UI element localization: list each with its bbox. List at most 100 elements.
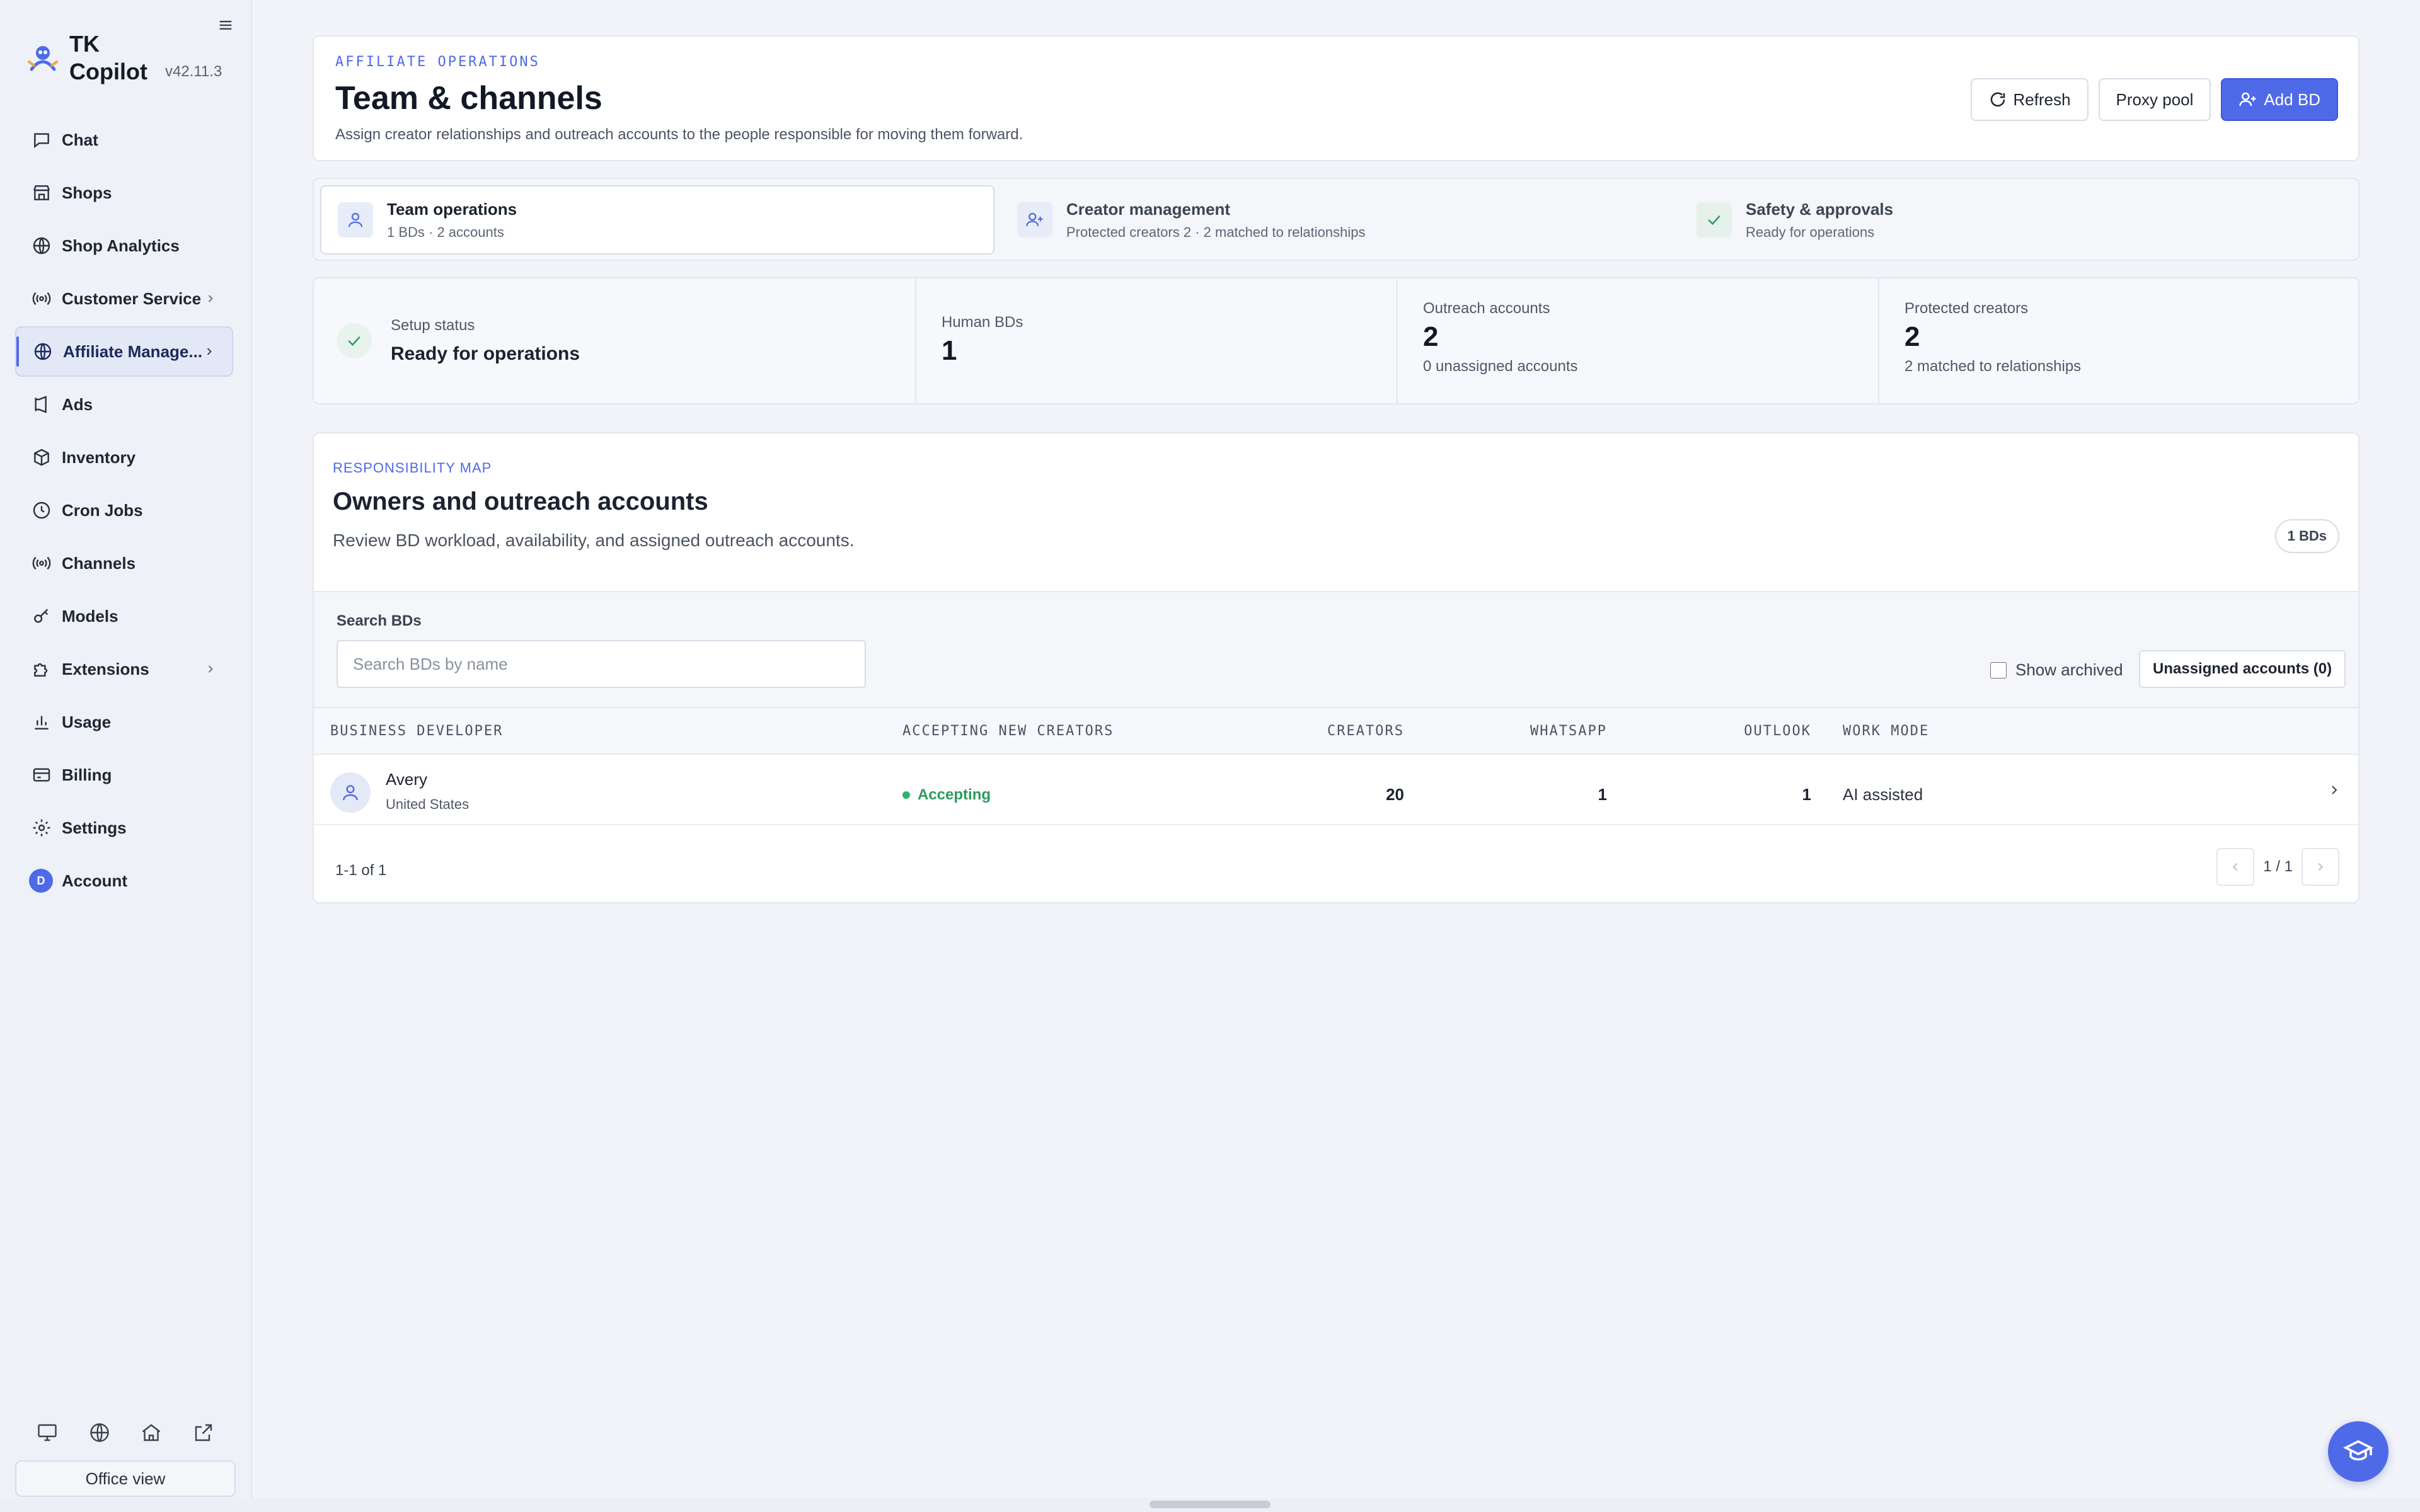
sidebar-nav: Chat Shops Shop Analytics Customer Servi… [15, 115, 233, 908]
filter-bar: Search BDs Show archived Unassigned acco… [314, 591, 2358, 708]
globe-icon[interactable] [88, 1421, 111, 1444]
status-dot [902, 791, 910, 799]
stat-label: Human BDs [942, 314, 1023, 331]
bd-country: United States [386, 796, 470, 812]
tab-safety-approvals[interactable]: Safety & approvals Ready for operations [1680, 185, 2354, 255]
sidebar-item-shops[interactable]: Shops [15, 168, 233, 218]
sidebar-item-ads[interactable]: Ads [15, 379, 233, 430]
column-header-work-mode[interactable]: WORK MODE [1843, 723, 1929, 739]
sidebar-item-shop-analytics[interactable]: Shop Analytics [15, 220, 233, 271]
search-label: Search BDs [337, 612, 422, 629]
proxy-pool-button[interactable]: Proxy pool [2098, 78, 2211, 121]
show-archived-toggle[interactable]: Show archived [1990, 660, 2123, 680]
sidebar-item-label: Affiliate Manage... [63, 341, 203, 361]
sidebar-item-label: Models [62, 606, 118, 626]
sidebar-item-usage[interactable]: Usage [15, 697, 233, 747]
show-archived-checkbox[interactable] [1990, 662, 2007, 679]
sidebar: TK Copilot v42.11.3 Chat Shops Shop Anal… [0, 0, 252, 1512]
user-plus-icon [1026, 212, 1043, 227]
add-bd-label: Add BD [2264, 89, 2320, 109]
sidebar-item-channels[interactable]: Channels [15, 538, 233, 588]
menu-icon[interactable] [217, 16, 234, 34]
tab-creator-management[interactable]: Creator management Protected creators 2 … [1001, 185, 1675, 255]
sidebar-item-extensions[interactable]: Extensions [15, 644, 233, 694]
page-indicator: 1 / 1 [2263, 858, 2293, 875]
search-input[interactable] [337, 640, 866, 688]
sidebar-item-label: Extensions [62, 659, 149, 679]
box-icon [34, 449, 49, 466]
brand[interactable]: TK Copilot [25, 30, 164, 86]
prev-page-button[interactable] [2216, 848, 2255, 886]
help-button[interactable] [2328, 1421, 2388, 1482]
chevron-right-icon [208, 665, 213, 673]
section-tabs: Team operations 1 BDs · 2 accounts Creat… [313, 178, 2360, 261]
tab-team-operations[interactable]: Team operations 1 BDs · 2 accounts [320, 185, 994, 255]
tab-title: Safety & approvals [1746, 199, 1894, 219]
sidebar-item-label: Channels [62, 553, 136, 573]
tab-icon [338, 202, 373, 238]
sidebar-item-settings[interactable]: Settings [15, 803, 233, 853]
column-header-accepting[interactable]: ACCEPTING NEW CREATORS [902, 723, 1114, 739]
user-plus-icon [2239, 92, 2256, 106]
sidebar-item-inventory[interactable]: Inventory [15, 432, 233, 483]
sidebar-item-account[interactable]: D Account [15, 856, 233, 906]
page-subtitle: Assign creator relationships and outreac… [335, 126, 1023, 143]
credit-card-icon [33, 768, 50, 782]
next-page-button[interactable] [2302, 848, 2339, 886]
copilot-logo-icon [28, 46, 58, 71]
tab-subtitle: Ready for operations [1746, 224, 1875, 240]
globe-icon [33, 237, 50, 255]
scrollbar-thumb[interactable] [1150, 1501, 1270, 1508]
map-subtitle: Review BD workload, availability, and as… [333, 530, 855, 550]
work-mode: AI assisted [1843, 785, 1923, 804]
sidebar-item-models[interactable]: Models [15, 591, 233, 641]
check-icon [1708, 215, 1720, 226]
store-icon [33, 185, 50, 200]
sidebar-item-label: Chat [62, 130, 98, 149]
sidebar-item-label: Usage [62, 712, 112, 731]
refresh-button[interactable]: Refresh [1970, 78, 2089, 121]
app-name: TK Copilot [69, 31, 147, 84]
column-header-bd[interactable]: BUSINESS DEVELOPER [330, 723, 503, 739]
monitor-icon[interactable] [36, 1421, 59, 1444]
show-archived-label: Show archived [2015, 660, 2123, 679]
unassigned-accounts-button[interactable]: Unassigned accounts (0) [2139, 650, 2346, 688]
tab-icon [1017, 202, 1052, 238]
column-header-whatsapp[interactable]: WHATSAPP [1530, 723, 1607, 739]
office-view-button[interactable]: Office view [15, 1460, 236, 1497]
column-header-creators[interactable]: CREATORS [1327, 723, 1404, 739]
accepting-status: Accepting [902, 786, 991, 804]
sidebar-item-label: Billing [62, 765, 112, 784]
external-link-icon[interactable] [192, 1421, 215, 1444]
stat-value: Ready for operations [391, 343, 580, 364]
sidebar-item-affiliate-management[interactable]: Affiliate Manage... [15, 326, 233, 377]
map-kicker: RESPONSIBILITY MAP [333, 460, 492, 476]
chevron-right-icon [208, 295, 213, 302]
chevron-right-icon[interactable] [2327, 782, 2342, 798]
status-check [337, 323, 372, 358]
sidebar-item-label: Settings [62, 818, 127, 837]
sidebar-item-billing[interactable]: Billing [15, 750, 233, 800]
sidebar-item-cron-jobs[interactable]: Cron Jobs [15, 485, 233, 536]
home-icon[interactable] [140, 1421, 163, 1444]
responsibility-map: RESPONSIBILITY MAP Owners and outreach a… [313, 432, 2360, 903]
sidebar-item-chat[interactable]: Chat [15, 115, 233, 165]
sidebar-item-label: Shops [62, 183, 112, 202]
add-bd-button[interactable]: Add BD [2221, 78, 2338, 121]
bd-name: Avery [386, 770, 427, 789]
table-row[interactable]: Avery United States Accepting 20 1 1 AI … [314, 755, 2358, 825]
sidebar-item-label: Account [62, 871, 127, 890]
sidebar-item-label: Ads [62, 394, 93, 414]
stat-value: 2 [1904, 321, 1920, 352]
stat-protected-creators: Protected creators 2 2 matched to relati… [1878, 278, 2358, 403]
accepting-label: Accepting [918, 786, 991, 803]
map-title: Owners and outreach accounts [333, 488, 708, 515]
tab-subtitle: 1 BDs · 2 accounts [387, 224, 504, 240]
pagination-range: 1-1 of 1 [335, 862, 387, 879]
column-header-outlook[interactable]: OUTLOOK [1744, 723, 1811, 739]
bd-avatar [330, 772, 371, 813]
sidebar-item-customer-service[interactable]: Customer Service [15, 273, 233, 324]
stat-note: 0 unassigned accounts [1423, 358, 1578, 375]
tab-title: Creator management [1066, 199, 1231, 219]
horizontal-scrollbar[interactable] [0, 1498, 2420, 1512]
